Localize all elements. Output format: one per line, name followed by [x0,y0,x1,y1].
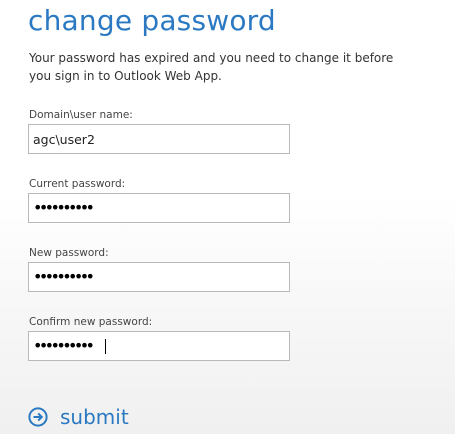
text-cursor [105,339,106,354]
current-password-value: •••••••••• [33,198,95,217]
username-label: Domain\user name: [29,109,133,121]
username-input[interactable] [28,124,290,154]
arrow-circle-right-icon [28,407,48,427]
confirm-password-label: Confirm new password: [29,316,153,328]
page-title: change password [28,4,276,37]
change-password-page: change password Your password has expire… [0,0,455,434]
submit-label: submit [60,405,129,429]
new-password-value: •••••••••• [33,267,95,286]
new-password-label: New password: [29,247,109,259]
confirm-password-input[interactable]: •••••••••• [28,331,290,361]
expired-message: Your password has expired and you need t… [29,51,394,83]
current-password-input[interactable]: •••••••••• [28,193,290,223]
new-password-input[interactable]: •••••••••• [28,262,290,292]
current-password-label: Current password: [29,178,126,190]
submit-button[interactable]: submit [28,404,129,430]
confirm-password-value: •••••••••• [33,336,95,355]
